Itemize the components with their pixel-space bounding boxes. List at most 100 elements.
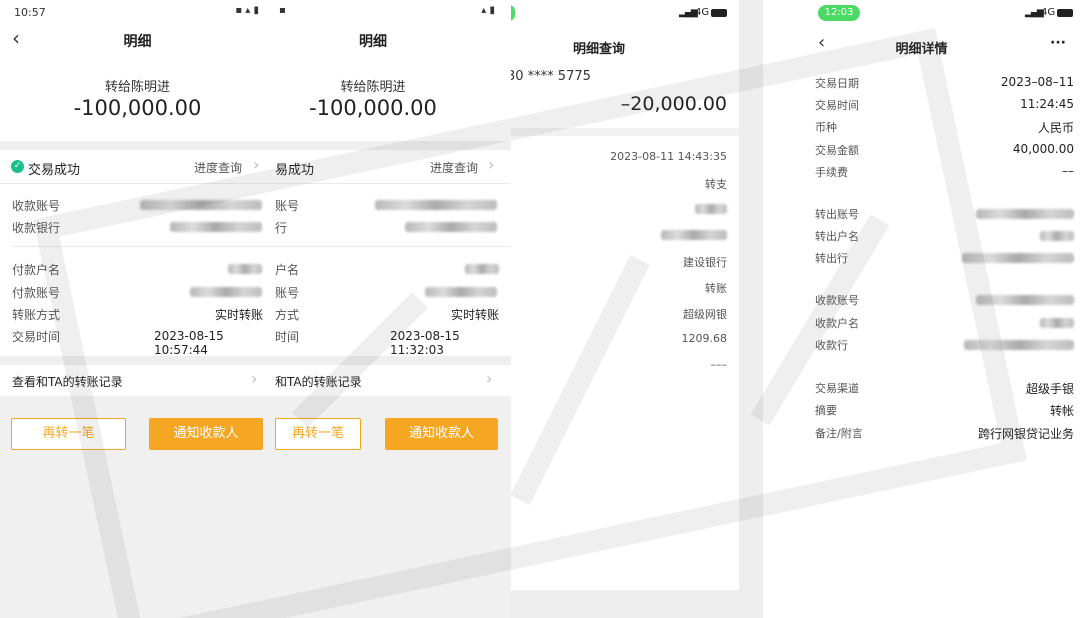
method-label: 方式 — [275, 308, 300, 322]
section-gap — [0, 141, 275, 150]
method-value: 实时转账 — [451, 308, 500, 322]
name-masked — [661, 230, 727, 240]
status-icons: ▪ — [279, 5, 286, 16]
time-label: 交易时间 — [815, 99, 859, 112]
recv-account-label: 收款账号 — [12, 199, 61, 213]
out-account-label: 转出账号 — [815, 208, 859, 221]
chevron-right-icon[interactable]: › — [486, 369, 492, 388]
amount: -100,000.00 — [309, 96, 437, 120]
payer-account-masked — [190, 287, 262, 297]
bank: 建设银行 — [683, 256, 727, 269]
recv-account-masked — [140, 200, 262, 210]
payer-name-label: 付款户名 — [12, 263, 61, 277]
section-gap — [275, 141, 511, 150]
txn-time-label: 交易时间 — [12, 330, 61, 344]
history-link[interactable]: 和TA的转账记录 — [275, 373, 362, 390]
out-name-label: 转出户名 — [815, 230, 859, 243]
nav-bar: ‹ 明细 — [0, 24, 275, 54]
transfer-again-button[interactable]: 再转一笔 — [275, 418, 361, 450]
out-account-masked — [976, 209, 1074, 219]
payer-name-masked — [228, 264, 262, 274]
payee-label: 转给陈明进 — [340, 80, 406, 95]
section-gap — [275, 356, 511, 365]
page-title: 明细 — [359, 34, 387, 50]
more-icon[interactable]: ··· — [1050, 35, 1066, 51]
network-label: 4G — [695, 7, 710, 18]
progress-link[interactable]: 进度查询 — [194, 159, 242, 176]
currency-value: 人民币 — [1037, 121, 1074, 135]
network-label: 4G — [1041, 7, 1056, 18]
in-bank-label: 收款行 — [815, 339, 848, 352]
in-account-label: 收款账号 — [815, 294, 859, 307]
payer-account-label: 账号 — [275, 286, 300, 300]
currency-label: 币种 — [815, 121, 837, 134]
account-masked — [695, 204, 727, 214]
txn-time-label: 时间 — [275, 330, 300, 344]
payer-account-label: 付款账号 — [12, 286, 61, 300]
txn-type: 转支 — [705, 178, 727, 191]
payee-label: 转给陈明进 — [104, 80, 170, 95]
battery-icon — [1057, 9, 1073, 17]
fee-label: 手续费 — [815, 166, 848, 179]
channel: 超级网银 — [683, 308, 727, 321]
in-bank-masked — [964, 340, 1074, 350]
recv-account-masked — [375, 200, 497, 210]
page-title: 明细详情 — [895, 42, 948, 57]
divider — [12, 246, 275, 247]
channel-label: 交易渠道 — [815, 382, 859, 395]
divider — [275, 183, 511, 184]
recv-bank-masked — [170, 222, 262, 232]
fee-value: –– — [1062, 164, 1074, 178]
remark: ––– — [710, 358, 728, 371]
chevron-right-icon[interactable]: › — [253, 155, 259, 174]
chevron-right-icon[interactable]: › — [488, 155, 494, 174]
recv-account-label: 账号 — [275, 199, 300, 213]
status-text: 交易成功 — [28, 163, 81, 178]
out-bank-masked — [962, 253, 1074, 263]
summary-label: 摘要 — [815, 404, 837, 417]
payer-account-masked — [425, 287, 497, 297]
card-number: 30 **** 5775 — [511, 69, 591, 84]
status-bar: ▪ ▴ ▮ — [275, 0, 511, 24]
out-name-masked — [1040, 231, 1074, 241]
amount: –20,000.00 — [620, 93, 727, 115]
panel-transfer-detail-2: ▪ ▴ ▮ 明细 转给陈明进 -100,000.00 易成功 进度查询 › 账号… — [275, 0, 511, 618]
remark-value: 跨行网银贷记业务 — [977, 427, 1074, 441]
status-bar: 10:57 ▪ ▴ ▮ — [0, 0, 275, 24]
summary-value: 转帐 — [1049, 404, 1074, 418]
status-icons: ▪ ▴ ▮ — [235, 5, 259, 16]
panel-transfer-detail-1: 10:57 ▪ ▴ ▮ ‹ 明细 转给陈明进 -100,000.00 ✓ 交易成… — [0, 0, 275, 618]
notify-payee-button[interactable]: 通知收款人 — [149, 418, 263, 450]
section-gap — [0, 356, 275, 365]
transfer-again-button[interactable]: 再转一笔 — [11, 418, 126, 450]
section-gap — [511, 128, 739, 136]
recv-bank-label: 行 — [275, 221, 288, 235]
recv-bank-masked — [405, 222, 497, 232]
status-pill-edge — [511, 5, 515, 21]
remark-label: 备注/附言 — [815, 427, 863, 440]
clock: 10:57 — [14, 6, 46, 19]
channel-value: 超级手银 — [1025, 382, 1074, 396]
chevron-right-icon[interactable]: › — [251, 369, 257, 388]
datetime: 2023-08-11 14:43:35 — [610, 150, 727, 163]
success-icon: ✓ — [11, 160, 24, 173]
date-value: 2023–08–11 — [1000, 75, 1074, 89]
payer-name-label: 户名 — [275, 263, 300, 277]
notify-payee-button[interactable]: 通知收款人 — [385, 418, 498, 450]
balance: 1209.68 — [681, 332, 728, 345]
battery-icon — [711, 9, 727, 17]
time-value: 11:24:45 — [1020, 97, 1074, 111]
history-link[interactable]: 查看和TA的转账记录 — [12, 373, 123, 390]
out-bank-label: 转出行 — [815, 252, 848, 265]
recv-bank-label: 收款银行 — [12, 221, 61, 235]
divider — [0, 183, 275, 184]
date-label: 交易日期 — [815, 77, 859, 90]
in-name-masked — [1040, 318, 1074, 328]
status-icons-right: ▴ ▮ — [481, 5, 495, 16]
in-name-label: 收款户名 — [815, 317, 859, 330]
in-account-masked — [976, 295, 1074, 305]
amount-value: 40,000.00 — [1012, 142, 1074, 156]
progress-link[interactable]: 进度查询 — [430, 159, 478, 176]
payer-name-masked — [465, 264, 499, 274]
panel-detail-info: 12:03 ▂▄▆ 4G ‹ 明细详情 ··· 交易日期 2023–08–11 … — [763, 0, 1080, 618]
